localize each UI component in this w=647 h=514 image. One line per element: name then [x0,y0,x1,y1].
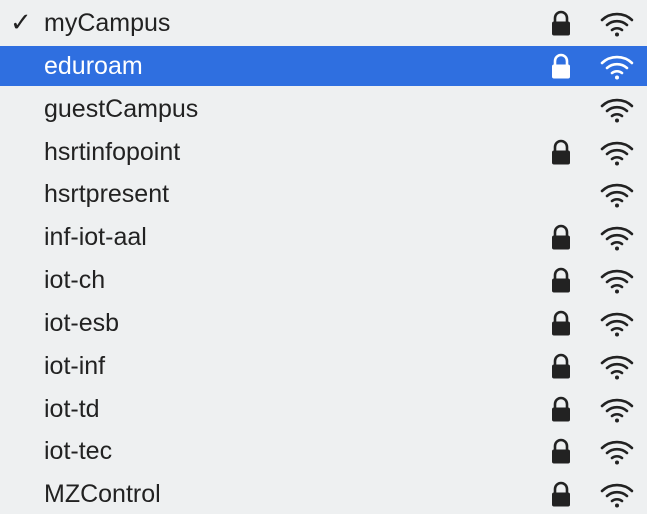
network-row-hsrtpresent[interactable]: hsrtpresent [0,174,647,214]
network-name: inf-iot-aal [44,223,147,251]
network-row-iot-esb[interactable]: iot-esb [0,303,647,343]
network-name: guestCampus [44,95,199,123]
network-row-iot-tec[interactable]: iot-tec [0,431,647,471]
wifi-icon [600,268,634,294]
lock-icon [550,353,572,380]
network-name: myCampus [44,9,171,37]
wifi-icon [600,311,634,337]
network-name: iot-ch [44,266,106,294]
network-name: iot-tec [44,437,113,465]
network-name: hsrtpresent [44,180,170,208]
network-row-iot-ch[interactable]: iot-ch [0,260,647,300]
network-name: iot-esb [44,309,120,337]
wifi-icon [600,97,634,123]
network-row-eduroam[interactable]: eduroam [0,46,647,86]
network-row-mycampus[interactable]: ✓ myCampus [0,3,647,43]
lock-icon [550,481,572,508]
network-name: iot-inf [44,352,106,380]
wifi-icon [600,182,634,208]
wifi-icon [600,354,634,380]
network-name: hsrtinfopoint [44,138,181,166]
lock-icon [550,139,572,166]
lock-icon [550,396,572,423]
network-row-iot-td[interactable]: iot-td [0,389,647,429]
network-row-guestcampus[interactable]: guestCampus [0,89,647,129]
wifi-icon [600,482,634,508]
lock-icon [550,53,572,80]
lock-icon [550,224,572,251]
wifi-icon [600,54,634,80]
wifi-icon [600,140,634,166]
network-row-mzcontrol[interactable]: MZControl [0,474,647,514]
lock-icon [550,267,572,294]
network-row-inf-iot-aal[interactable]: inf-iot-aal [0,217,647,257]
network-name: MZControl [44,480,161,508]
lock-icon [550,438,572,465]
checkmark-icon: ✓ [10,8,32,38]
lock-icon [550,310,572,337]
wifi-network-menu: ✓ myCampus eduroam guestCampus hsrtinfop… [0,0,647,514]
network-name: eduroam [44,52,143,80]
network-name: iot-td [44,395,100,423]
wifi-icon [600,439,634,465]
network-row-iot-inf[interactable]: iot-inf [0,346,647,386]
lock-icon [550,10,572,37]
network-row-hsrtinfopoint[interactable]: hsrtinfopoint [0,132,647,172]
wifi-icon [600,397,634,423]
wifi-icon [600,11,634,37]
wifi-icon [600,225,634,251]
